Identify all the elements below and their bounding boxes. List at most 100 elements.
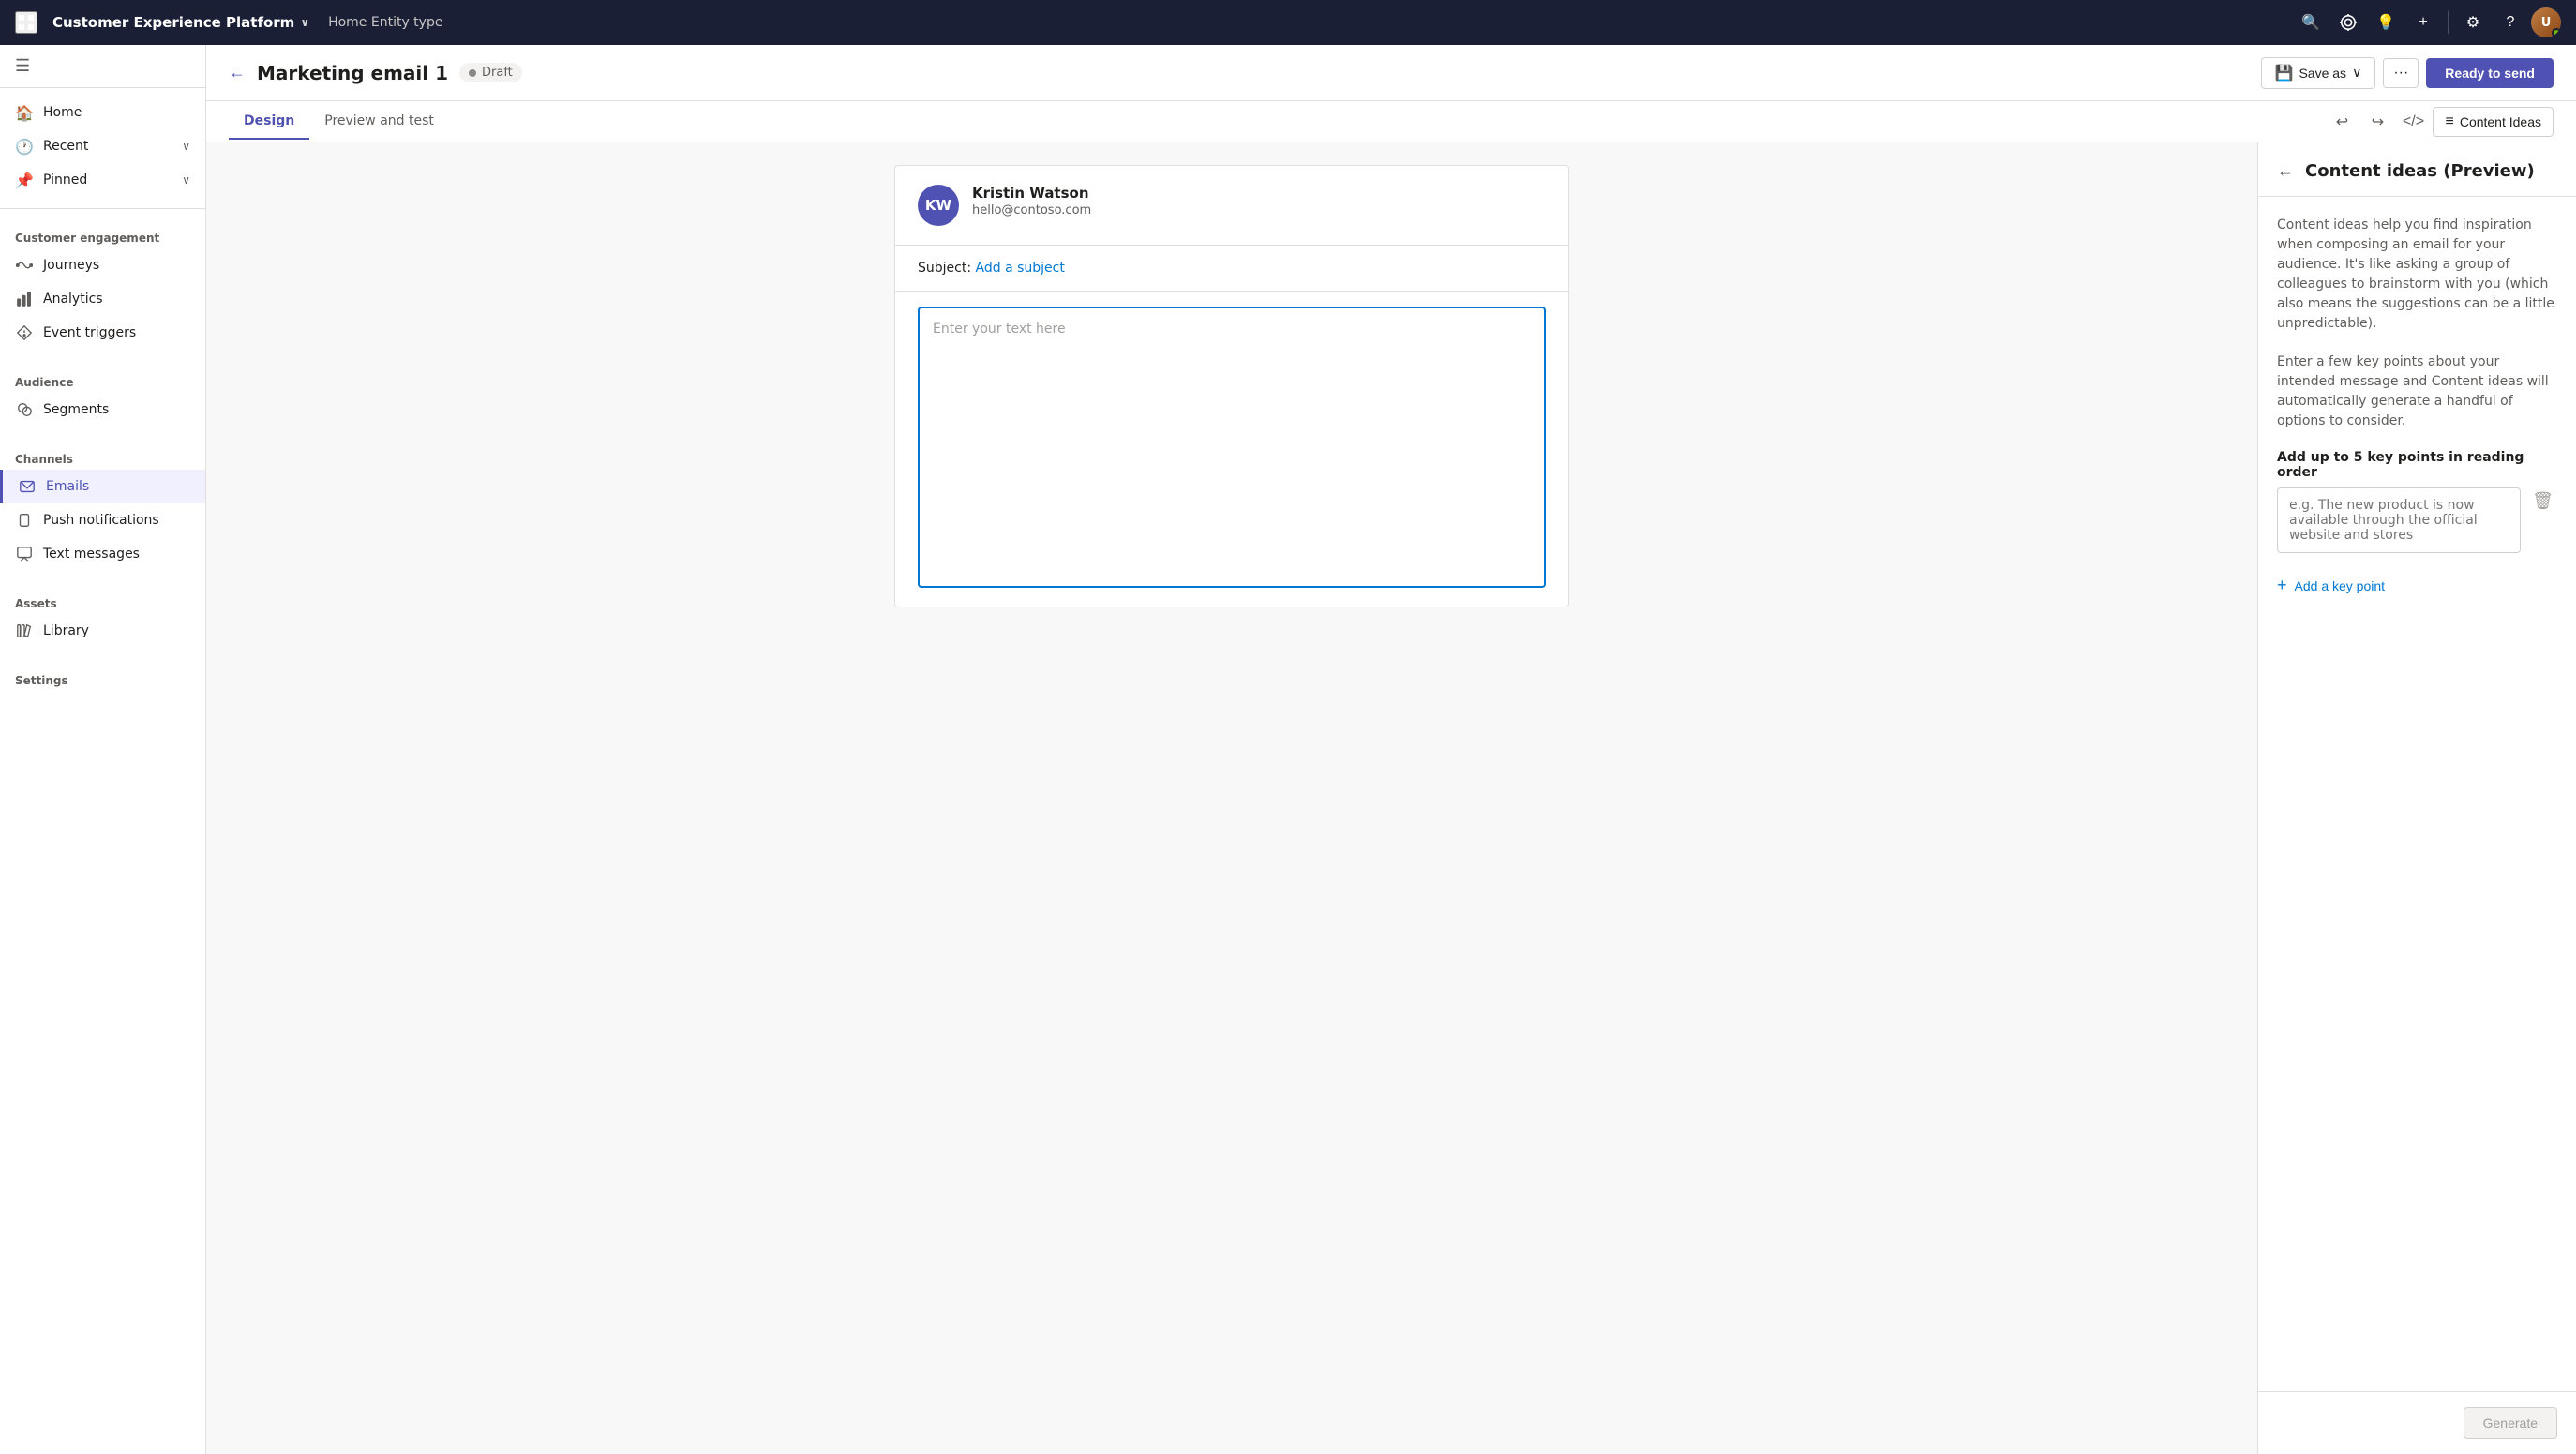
content-ideas-icon: ≡ — [2445, 113, 2453, 130]
page-title: Marketing email 1 — [257, 62, 448, 84]
entity-type: Home Entity type — [328, 15, 442, 30]
sidebar-push-label: Push notifications — [43, 513, 190, 528]
avatar[interactable]: U — [2531, 7, 2561, 37]
redo-button[interactable]: ↪ — [2361, 106, 2393, 138]
event-triggers-icon — [15, 323, 34, 342]
add-key-point-label: Add a key point — [2295, 578, 2386, 593]
app-name-chevron-icon: ∨ — [300, 16, 309, 29]
sidebar-item-text-messages[interactable]: Text messages — [0, 537, 205, 571]
tab-toolbar: ↩ ↪ </> ≡ Content Ideas — [2326, 106, 2554, 138]
top-nav-actions: 🔍 💡 + ⚙ ? U — [2294, 6, 2561, 39]
sidebar-section-customer-engagement-title: Customer engagement — [0, 220, 205, 248]
sidebar-item-library[interactable]: Library — [0, 614, 205, 648]
journeys-icon — [15, 256, 34, 275]
sidebar-section-audience-title: Audience — [0, 365, 205, 393]
library-icon — [15, 622, 34, 640]
save-as-label: Save as — [2299, 66, 2346, 81]
sidebar-section-audience: Audience Segments — [0, 357, 205, 434]
sidebar-segments-label: Segments — [43, 402, 190, 417]
more-options-button[interactable]: ··· — [2383, 58, 2419, 88]
sidebar-item-journeys[interactable]: Journeys — [0, 248, 205, 282]
save-as-chevron-icon: ∨ — [2352, 65, 2361, 81]
content-area: ← Marketing email 1 Draft 💾 Save as ∨ ··… — [206, 45, 2576, 1454]
segments-icon — [15, 400, 34, 419]
tabs-bar: Design Preview and test ↩ ↪ </> ≡ Conten… — [206, 101, 2576, 142]
sidebar-recent-label: Recent — [43, 139, 172, 154]
sidebar-divider-1 — [0, 208, 205, 209]
right-panel-header: ← Content ideas (Preview) — [2258, 142, 2576, 197]
panel-description-1: Content ideas help you find inspiration … — [2277, 216, 2557, 334]
sidebar-event-triggers-label: Event triggers — [43, 325, 190, 340]
sidebar-header: ☰ — [0, 45, 205, 88]
sidebar-item-event-triggers[interactable]: Event triggers — [0, 316, 205, 350]
right-panel-footer: Generate — [2258, 1391, 2576, 1454]
sidebar-collapse-button[interactable]: ☰ — [15, 56, 30, 76]
add-key-point-button[interactable]: + Add a key point — [2277, 572, 2557, 599]
header-actions: 💾 Save as ∨ ··· Ready to send — [2261, 57, 2554, 89]
avatar-status — [2552, 28, 2561, 37]
sidebar-item-push-notifications[interactable]: Push notifications — [0, 503, 205, 537]
sidebar-section-settings: Settings — [0, 655, 205, 698]
back-button[interactable]: ← — [229, 63, 246, 82]
sidebar-section-settings-title: Settings — [0, 663, 205, 691]
editor-with-panel: KW Kristin Watson hello@contoso.com Subj… — [206, 142, 2576, 1454]
generate-button[interactable]: Generate — [2464, 1407, 2557, 1439]
sidebar-item-analytics[interactable]: Analytics — [0, 282, 205, 316]
sidebar-emails-label: Emails — [46, 479, 190, 494]
recent-chevron-icon: ∨ — [182, 140, 190, 153]
editor-area: KW Kristin Watson hello@contoso.com Subj… — [206, 142, 2257, 1454]
search-button[interactable]: 🔍 — [2294, 6, 2328, 39]
sidebar-section-assets: Assets Library — [0, 578, 205, 655]
right-panel: ← Content ideas (Preview) Content ideas … — [2257, 142, 2576, 1454]
panel-title: Content ideas (Preview) — [2305, 161, 2535, 181]
pinned-icon: 📌 — [15, 171, 34, 189]
sidebar-home-label: Home — [43, 105, 190, 120]
email-card: KW Kristin Watson hello@contoso.com Subj… — [894, 165, 1569, 607]
sidebar-item-emails[interactable]: Emails — [0, 470, 205, 503]
key-point-textarea[interactable] — [2277, 487, 2521, 553]
help-icon-button[interactable]: ? — [2494, 6, 2527, 39]
sidebar-item-pinned[interactable]: 📌 Pinned ∨ — [0, 163, 205, 197]
target-icon-button[interactable] — [2331, 6, 2365, 39]
save-as-button[interactable]: 💾 Save as ∨ — [2261, 57, 2376, 89]
plus-icon-button[interactable]: + — [2406, 6, 2440, 39]
sidebar-item-recent[interactable]: 🕐 Recent ∨ — [0, 129, 205, 163]
key-point-row: 🗑 — [2277, 487, 2557, 553]
email-subject-section: Subject: Add a subject — [895, 246, 1568, 292]
add-key-point-plus-icon: + — [2277, 576, 2287, 595]
tab-design[interactable]: Design — [229, 104, 309, 140]
lightbulb-icon-button[interactable]: 💡 — [2369, 6, 2403, 39]
email-body-textarea[interactable] — [918, 307, 1546, 588]
settings-icon-button[interactable]: ⚙ — [2456, 6, 2490, 39]
emails-icon — [18, 477, 37, 496]
sidebar-main-nav: 🏠 Home 🕐 Recent ∨ 📌 Pinned ∨ — [0, 88, 205, 204]
sidebar-section-assets-title: Assets — [0, 586, 205, 614]
key-points-label: Add up to 5 key points in reading order — [2277, 450, 2557, 480]
sidebar-analytics-label: Analytics — [43, 292, 190, 307]
add-subject-link[interactable]: Add a subject — [976, 261, 1065, 276]
pinned-chevron-icon: ∨ — [182, 173, 190, 187]
sidebar-text-messages-label: Text messages — [43, 547, 190, 562]
tab-preview-test[interactable]: Preview and test — [309, 104, 449, 140]
sidebar-section-channels-title: Channels — [0, 442, 205, 470]
panel-back-button[interactable]: ← — [2277, 161, 2294, 181]
sidebar-item-segments[interactable]: Segments — [0, 393, 205, 427]
sidebar-item-home[interactable]: 🏠 Home — [0, 96, 205, 129]
content-ideas-button[interactable]: ≡ Content Ideas — [2433, 107, 2554, 137]
draft-label: Draft — [482, 66, 513, 80]
sidebar-journeys-label: Journeys — [43, 258, 190, 273]
grid-icon-button[interactable] — [15, 11, 37, 34]
undo-button[interactable]: ↩ — [2326, 106, 2358, 138]
sender-name: Kristin Watson — [972, 185, 1091, 202]
delete-key-point-button[interactable]: 🗑 — [2528, 487, 2557, 515]
push-notifications-icon — [15, 511, 34, 530]
sidebar: ☰ 🏠 Home 🕐 Recent ∨ 📌 Pinned ∨ Customer … — [0, 45, 206, 1454]
code-button[interactable]: </> — [2397, 106, 2429, 138]
app-name: Customer Experience Platform ∨ — [52, 14, 309, 31]
text-messages-icon — [15, 545, 34, 563]
top-nav: Customer Experience Platform ∨ Home Enti… — [0, 0, 2576, 45]
sidebar-section-channels: Channels Emails Push notifications Text … — [0, 434, 205, 578]
nav-divider — [2448, 11, 2449, 34]
ready-to-send-button[interactable]: Ready to send — [2426, 58, 2554, 88]
analytics-icon — [15, 290, 34, 308]
